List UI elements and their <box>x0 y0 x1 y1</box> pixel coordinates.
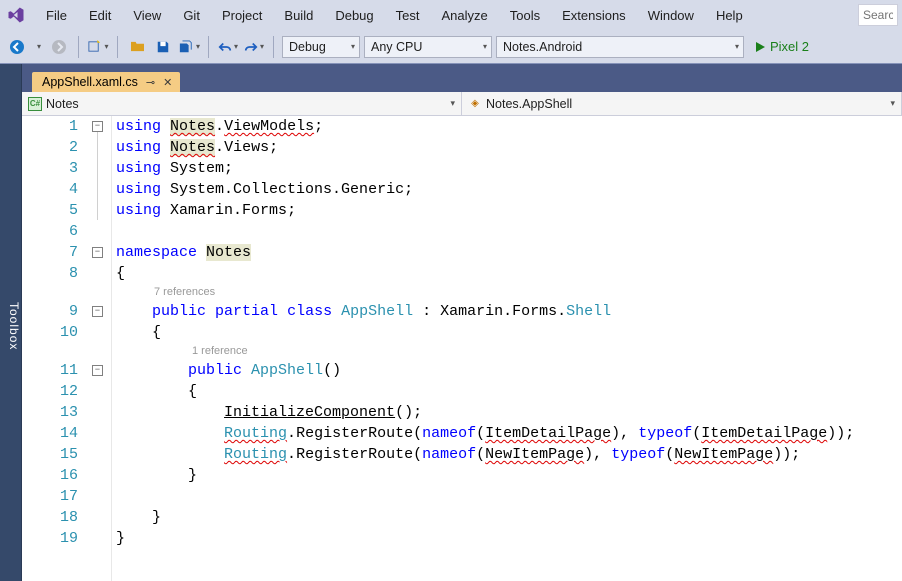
fold-toggle-method[interactable]: − <box>92 365 103 376</box>
line-number-gutter: 1 2 3 4 5 6 7 8 9 10 11 12 13 14 15 16 1… <box>22 116 90 581</box>
fold-toggle-namespace[interactable]: − <box>92 247 103 258</box>
fold-toggle-usings[interactable]: − <box>92 121 103 132</box>
toolbar-separator <box>273 36 274 58</box>
file-tab-appshell[interactable]: AppShell.xaml.cs ⊸ ✕ <box>32 72 180 92</box>
toolbar-separator <box>117 36 118 58</box>
file-tab-label: AppShell.xaml.cs <box>42 75 138 89</box>
menu-view[interactable]: View <box>123 4 171 27</box>
solution-config-combo[interactable]: Debug <box>282 36 360 58</box>
save-button[interactable] <box>152 36 174 58</box>
redo-button[interactable] <box>243 36 265 58</box>
save-all-button[interactable] <box>178 36 200 58</box>
undo-button[interactable] <box>217 36 239 58</box>
nav-forward-button[interactable] <box>48 36 70 58</box>
menu-bar: File Edit View Git Project Build Debug T… <box>0 0 902 30</box>
toolbar-separator <box>208 36 209 58</box>
code-editor[interactable]: 1 2 3 4 5 6 7 8 9 10 11 12 13 14 15 16 1… <box>22 116 902 581</box>
codelens-class-refs[interactable]: 7 references <box>116 284 902 301</box>
startup-project-combo[interactable]: Notes.Android <box>496 36 744 58</box>
nav-type-combo[interactable]: ◈ Notes.AppShell <box>462 92 902 115</box>
menu-git[interactable]: Git <box>173 4 210 27</box>
fold-toggle-class[interactable]: − <box>92 306 103 317</box>
toolbox-panel-tab[interactable]: Toolbox <box>0 64 22 581</box>
vs-logo-icon <box>4 3 28 27</box>
solution-platform-combo[interactable]: Any CPU <box>364 36 492 58</box>
nav-type-label: Notes.AppShell <box>486 97 572 111</box>
menu-file[interactable]: File <box>36 4 77 27</box>
menu-extensions[interactable]: Extensions <box>552 4 636 27</box>
menu-edit[interactable]: Edit <box>79 4 121 27</box>
codelens-ctor-refs[interactable]: 1 reference <box>116 343 902 360</box>
menu-test[interactable]: Test <box>386 4 430 27</box>
nav-back-history-button[interactable] <box>32 36 44 58</box>
menu-analyze[interactable]: Analyze <box>431 4 497 27</box>
toolbar-separator <box>78 36 79 58</box>
pin-tab-icon[interactable]: ⊸ <box>146 76 155 89</box>
class-icon: ◈ <box>468 97 482 111</box>
open-file-button[interactable] <box>126 36 148 58</box>
search-input[interactable] <box>858 4 898 26</box>
menu-tools[interactable]: Tools <box>500 4 550 27</box>
editor-tab-strip: AppShell.xaml.cs ⊸ ✕ <box>22 64 902 92</box>
nav-scope-combo[interactable]: C# Notes <box>22 92 462 115</box>
menu-debug[interactable]: Debug <box>325 4 383 27</box>
nav-scope-label: Notes <box>46 97 79 111</box>
close-tab-icon[interactable]: ✕ <box>163 76 172 89</box>
code-text[interactable]: using Notes.ViewModels; using Notes.View… <box>112 116 902 581</box>
toolbar: Debug Any CPU Notes.Android Pixel 2 <box>0 30 902 64</box>
run-target-label: Pixel 2 <box>770 39 809 54</box>
start-debug-button[interactable]: Pixel 2 <box>748 36 815 58</box>
navigation-bar: C# Notes ◈ Notes.AppShell <box>22 92 902 116</box>
menu-help[interactable]: Help <box>706 4 753 27</box>
menu-build[interactable]: Build <box>274 4 323 27</box>
outlining-margin[interactable]: − − − − <box>90 116 112 581</box>
nav-back-button[interactable] <box>6 36 28 58</box>
menu-window[interactable]: Window <box>638 4 704 27</box>
csharp-project-icon: C# <box>28 97 42 111</box>
menu-project[interactable]: Project <box>212 4 272 27</box>
new-project-button[interactable] <box>87 36 109 58</box>
